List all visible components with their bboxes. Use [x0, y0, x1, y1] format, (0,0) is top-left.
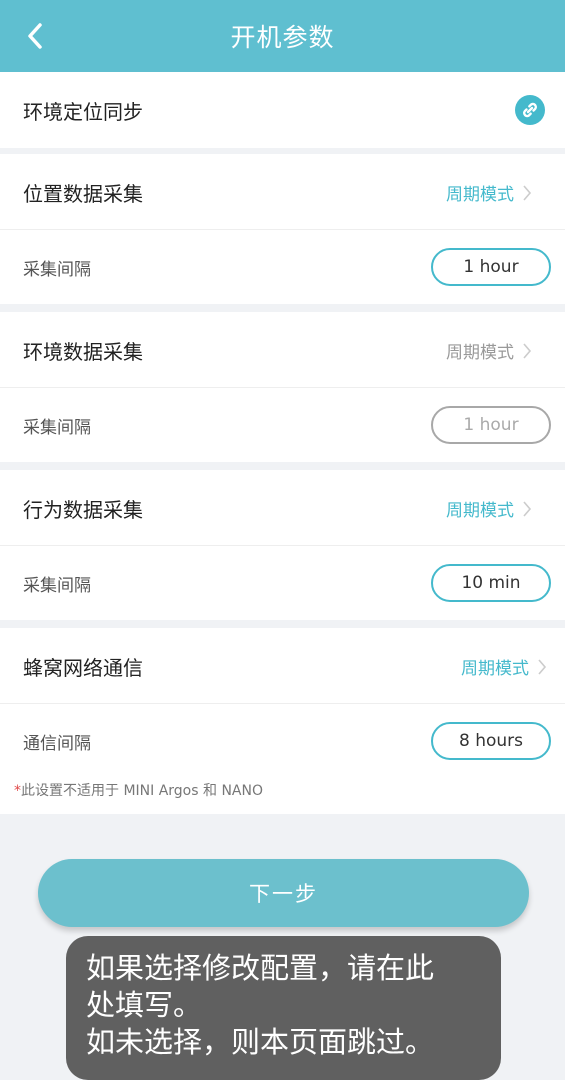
sync-label: 环境定位同步 [23, 99, 143, 124]
section-title: 位置数据采集 [23, 181, 143, 206]
chevron-right-icon [522, 500, 532, 518]
top-bar: 开机参数 [0, 0, 565, 72]
section-title: 行为数据采集 [23, 497, 143, 522]
next-step-button[interactable]: 下一步 [38, 859, 529, 927]
chevron-right-icon [522, 342, 532, 360]
required-star: * [14, 783, 21, 799]
location-section: 位置数据采集 周期模式 采集间隔 1 hour [0, 154, 565, 304]
footnote: *此设置不适用于 MINI Argos 和 NANO [14, 780, 263, 800]
behavior-row[interactable]: 行为数据采集 周期模式 [0, 470, 565, 546]
interval-button[interactable]: 1 hour [431, 406, 551, 444]
tooltip-line: 如未选择，则本页面跳过。 [86, 1025, 435, 1059]
interval-row: 采集间隔 1 hour [0, 230, 565, 304]
mode-selector[interactable]: 周期模式 [446, 338, 532, 363]
mode-selector[interactable]: 周期模式 [461, 654, 547, 679]
interval-label: 通信间隔 [23, 733, 91, 754]
mode-label: 周期模式 [446, 185, 514, 205]
environment-row[interactable]: 环境数据采集 周期模式 [0, 312, 565, 388]
sync-section: 环境定位同步 [0, 72, 565, 148]
interval-button[interactable]: 8 hours [431, 722, 551, 760]
interval-label: 采集间隔 [23, 259, 91, 280]
tooltip-line: 如果选择修改配置，请在此 [86, 951, 435, 985]
interval-label: 采集间隔 [23, 417, 91, 438]
interval-button[interactable]: 10 min [431, 564, 551, 602]
footnote-text: 此设置不适用于 MINI Argos 和 NANO [21, 783, 263, 799]
environment-section: 环境数据采集 周期模式 采集间隔 1 hour [0, 312, 565, 462]
behavior-section: 行为数据采集 周期模式 采集间隔 10 min [0, 470, 565, 620]
sync-row[interactable]: 环境定位同步 [0, 72, 565, 148]
mode-label: 周期模式 [461, 659, 529, 679]
tooltip-line: 处填写。 [86, 988, 203, 1022]
interval-row: 采集间隔 1 hour [0, 388, 565, 462]
mode-label: 周期模式 [446, 501, 514, 521]
mode-label: 周期模式 [446, 343, 514, 363]
mode-selector[interactable]: 周期模式 [446, 496, 532, 521]
location-row[interactable]: 位置数据采集 周期模式 [0, 154, 565, 230]
link-icon[interactable] [514, 94, 546, 126]
cellular-row[interactable]: 蜂窝网络通信 周期模式 [0, 628, 565, 704]
chevron-left-icon [28, 23, 42, 49]
interval-button[interactable]: 1 hour [431, 248, 551, 286]
interval-row: 通信间隔 8 hours [0, 704, 565, 778]
mode-selector[interactable]: 周期模式 [446, 180, 532, 205]
section-title: 蜂窝网络通信 [23, 655, 143, 680]
page-title: 开机参数 [230, 23, 335, 52]
chevron-right-icon [537, 658, 547, 676]
back-button[interactable] [20, 20, 50, 52]
interval-row: 采集间隔 10 min [0, 546, 565, 620]
chevron-right-icon [522, 184, 532, 202]
section-title: 环境数据采集 [23, 339, 143, 364]
interval-label: 采集间隔 [23, 575, 91, 596]
tooltip-overlay: 如果选择修改配置，请在此 处填写。 如未选择，则本页面跳过。 [66, 936, 501, 1080]
